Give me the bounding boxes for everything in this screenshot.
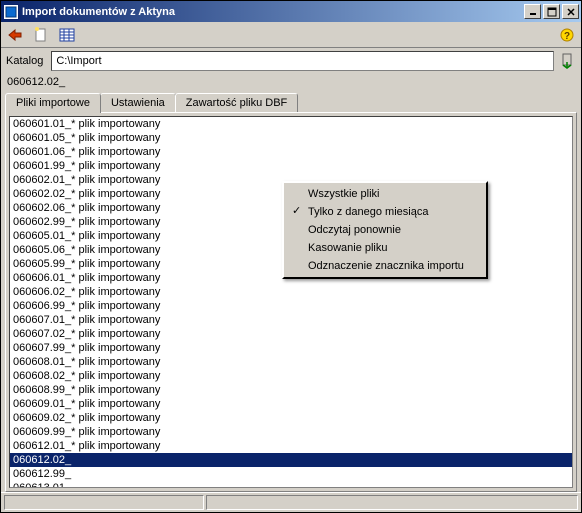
svg-text:?: ?	[564, 31, 570, 42]
list-item[interactable]: 060606.02_* plik importowany	[10, 285, 572, 299]
tab-content-files: 060601.01_* plik importowany060601.05_* …	[5, 112, 577, 492]
tab-2[interactable]: Zawartość pliku DBF	[175, 93, 298, 112]
context-menu: Wszystkie pliki ✓ Tylko z danego miesiąca O…	[282, 181, 488, 279]
close-button[interactable]	[562, 4, 579, 19]
list-item[interactable]: 060606.99_* plik importowany	[10, 299, 572, 313]
list-item[interactable]: 060607.01_* plik importowany	[10, 313, 572, 327]
list-item[interactable]: 060608.99_* plik importowany	[10, 383, 572, 397]
menu-item-3[interactable]: Kasowanie pliku	[286, 239, 484, 257]
list-item[interactable]: 060608.02_* plik importowany	[10, 369, 572, 383]
menu-item-0[interactable]: Wszystkie pliki	[286, 185, 484, 203]
list-item[interactable]: 060601.05_* plik importowany	[10, 131, 572, 145]
list-item[interactable]: 060613.01_	[10, 481, 572, 488]
menu-item-label: Wszystkie pliki	[308, 188, 380, 200]
help-button[interactable]: ?	[557, 25, 577, 45]
main-window: Import dokumentów z Aktyna ? Katalog 060…	[0, 0, 582, 513]
tab-1[interactable]: Ustawienia	[100, 93, 176, 112]
window-title: Import dokumentów z Aktyna	[22, 6, 524, 18]
status-bar	[1, 492, 581, 512]
list-item[interactable]: 060609.02_* plik importowany	[10, 411, 572, 425]
minimize-button[interactable]	[524, 4, 541, 19]
katalog-label: Katalog	[6, 55, 47, 67]
list-item[interactable]: 060612.99_	[10, 467, 572, 481]
list-item[interactable]: 060601.01_* plik importowany	[10, 117, 572, 131]
menu-item-2[interactable]: Odczytaj ponownie	[286, 221, 484, 239]
file-list[interactable]: 060601.01_* plik importowany060601.05_* …	[9, 116, 573, 488]
katalog-input[interactable]	[51, 51, 554, 71]
list-item[interactable]: 060609.01_* plik importowany	[10, 397, 572, 411]
list-item[interactable]: 060601.06_* plik importowany	[10, 145, 572, 159]
title-bar: Import dokumentów z Aktyna	[1, 1, 581, 22]
katalog-row: Katalog	[1, 48, 581, 73]
menu-item-label: Odczytaj ponownie	[308, 224, 401, 236]
list-item[interactable]: 060607.02_* plik importowany	[10, 327, 572, 341]
menu-item-4[interactable]: Odznaczenie znacznika importu	[286, 257, 484, 275]
list-item[interactable]: 060609.99_* plik importowany	[10, 425, 572, 439]
tab-strip: Pliki importoweUstawieniaZawartość pliku…	[1, 93, 581, 112]
maximize-button[interactable]	[543, 4, 560, 19]
menu-item-label: Odznaczenie znacznika importu	[308, 260, 464, 272]
list-item[interactable]: 060612.01_* plik importowany	[10, 439, 572, 453]
menu-item-label: Kasowanie pliku	[308, 242, 388, 254]
toolbar: ?	[1, 22, 581, 48]
status-panel-2	[206, 495, 578, 510]
menu-item-label: Tylko z danego miesiąca	[308, 206, 428, 218]
tab-0[interactable]: Pliki importowe	[5, 93, 101, 113]
selected-file-text: 060612.02_	[1, 73, 581, 93]
list-item[interactable]: 060608.01_* plik importowany	[10, 355, 572, 369]
grid-button[interactable]	[57, 25, 77, 45]
menu-item-1[interactable]: ✓ Tylko z danego miesiąca	[286, 203, 484, 221]
list-item[interactable]: 060612.02_	[10, 453, 572, 467]
status-panel-1	[4, 495, 204, 510]
app-icon	[3, 4, 19, 20]
list-item[interactable]: 060607.99_* plik importowany	[10, 341, 572, 355]
check-icon: ✓	[292, 204, 301, 217]
new-document-button[interactable]	[31, 25, 51, 45]
list-item[interactable]: 060601.99_* plik importowany	[10, 159, 572, 173]
open-folder-button[interactable]	[558, 51, 576, 71]
back-button[interactable]	[5, 25, 25, 45]
